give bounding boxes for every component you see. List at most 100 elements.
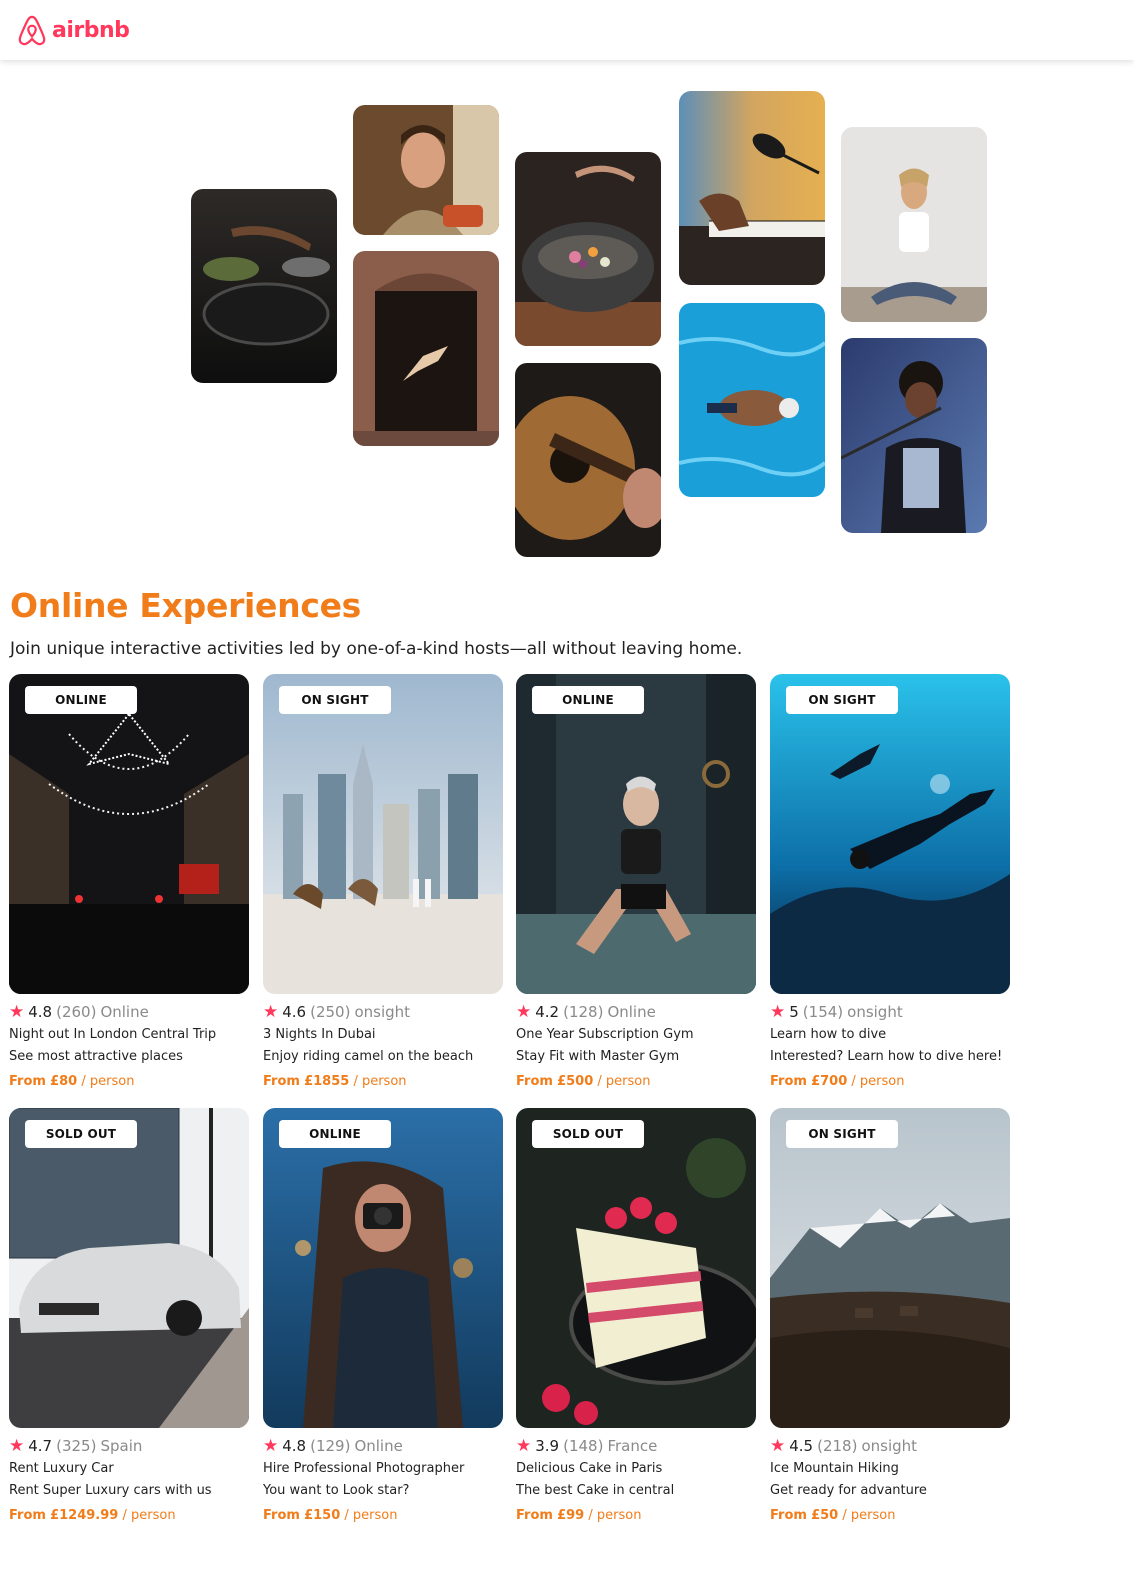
location: onsight: [354, 1003, 411, 1021]
price-unit: / person: [122, 1508, 176, 1523]
price-prefix: From: [516, 1508, 553, 1523]
review-count: (325): [56, 1437, 97, 1455]
airbnb-logo[interactable]: airbnb: [17, 14, 130, 46]
hero-image-singer: [841, 338, 987, 533]
card-title: Delicious Cake in Paris: [516, 1461, 663, 1476]
rating: 5: [789, 1003, 799, 1021]
navbar: airbnb: [0, 0, 1134, 60]
card-title: Hire Professional Photographer: [263, 1461, 465, 1476]
logo-text: airbnb: [52, 17, 130, 43]
review-count: (128): [563, 1003, 604, 1021]
star-icon: ★: [770, 1002, 786, 1022]
price-value: £99: [557, 1508, 585, 1523]
price-unit: / person: [81, 1074, 135, 1089]
review-count: (154): [802, 1003, 844, 1021]
price-prefix: From: [516, 1074, 553, 1089]
review-count: (218): [817, 1437, 858, 1455]
card-image-london-lights[interactable]: ONLINE: [9, 674, 249, 994]
card-title: Night out In London Central Trip: [9, 1027, 217, 1042]
star-icon: ★: [770, 1436, 786, 1456]
card-price: From £99 / person: [516, 1508, 756, 1523]
card-image-luxury-car[interactable]: SOLD OUT: [9, 1108, 249, 1428]
price-value: £80: [50, 1074, 78, 1089]
hero-image-host-portrait: [353, 105, 499, 235]
star-icon: ★: [516, 1002, 532, 1022]
rating: 3.9: [535, 1437, 560, 1455]
card-price: From £700 / person: [770, 1074, 1010, 1089]
status-badge: SOLD OUT: [25, 1120, 137, 1148]
status-badge: ONLINE: [25, 686, 137, 714]
experience-card[interactable]: ONLINE ★ 4.2 (128) Online One Year Subsc…: [516, 674, 756, 1089]
star-icon: ★: [263, 1002, 279, 1022]
experience-card[interactable]: ON SIGHT ★ 4.6 (250) onsight 3 Nights In…: [263, 674, 503, 1089]
section-title: Online Experiences: [10, 586, 362, 625]
rating: 4.5: [789, 1437, 814, 1455]
experience-card[interactable]: ON SIGHT ★ 5 (154) onsight Learn how to …: [770, 674, 1010, 1089]
card-stats: ★ 4.8 (129) Online: [263, 1437, 503, 1455]
experience-card[interactable]: SOLD OUT ★ 4.7 (325) Spain Rent Luxury C…: [9, 1108, 249, 1523]
price-prefix: From: [9, 1074, 46, 1089]
card-description: Interested? Learn how to dive here!: [770, 1049, 1003, 1064]
price-prefix: From: [9, 1508, 46, 1523]
rating: 4.8: [28, 1003, 53, 1021]
price-value: £1855: [304, 1074, 350, 1089]
rating: 4.7: [28, 1437, 53, 1455]
price-value: £500: [557, 1074, 594, 1089]
card-image-photographer[interactable]: ONLINE: [263, 1108, 503, 1428]
price-unit: / person: [597, 1074, 651, 1089]
price-prefix: From: [263, 1074, 300, 1089]
price-unit: / person: [851, 1074, 905, 1089]
card-description: See most attractive places: [9, 1049, 183, 1064]
price-unit: / person: [353, 1074, 407, 1089]
airbnb-belo-icon: [17, 14, 47, 46]
card-image-cake[interactable]: SOLD OUT: [516, 1108, 756, 1428]
price-unit: / person: [588, 1508, 642, 1523]
price-unit: / person: [842, 1508, 896, 1523]
star-icon: ★: [263, 1436, 279, 1456]
card-price: From £1249.99 / person: [9, 1508, 249, 1523]
card-title: Ice Mountain Hiking: [770, 1461, 899, 1476]
rating: 4.8: [282, 1437, 307, 1455]
location: onsight: [861, 1437, 918, 1455]
location: Online: [100, 1003, 149, 1021]
location: Online: [354, 1437, 403, 1455]
location: France: [607, 1437, 658, 1455]
hero-image-guitar: [515, 363, 661, 557]
status-badge: ONLINE: [279, 1120, 391, 1148]
card-stats: ★ 4.6 (250) onsight: [263, 1003, 503, 1021]
hero-image-dancer: [353, 251, 499, 446]
experience-card[interactable]: SOLD OUT ★ 3.9 (148) France Delicious Ca…: [516, 1108, 756, 1523]
star-icon: ★: [9, 1436, 25, 1456]
review-count: (250): [310, 1003, 351, 1021]
price-value: £1249.99: [50, 1508, 119, 1523]
experience-card[interactable]: ONLINE ★ 4.8 (260) Online Night out In L…: [9, 674, 249, 1089]
price-prefix: From: [770, 1508, 807, 1523]
review-count: (260): [56, 1003, 97, 1021]
status-badge: ON SIGHT: [279, 686, 391, 714]
card-title: Learn how to dive: [770, 1027, 887, 1042]
card-price: From £50 / person: [770, 1508, 1010, 1523]
card-image-dubai-camels[interactable]: ON SIGHT: [263, 674, 503, 994]
review-count: (129): [310, 1437, 351, 1455]
experience-card[interactable]: ONLINE ★ 4.8 (129) Online Hire Professio…: [263, 1108, 503, 1523]
status-badge: SOLD OUT: [532, 1120, 644, 1148]
card-description: Rent Super Luxury cars with us: [9, 1483, 212, 1498]
card-image-mountain[interactable]: ON SIGHT: [770, 1108, 1010, 1428]
card-stats: ★ 4.8 (260) Online: [9, 1003, 249, 1021]
review-count: (148): [563, 1437, 604, 1455]
price-value: £50: [811, 1508, 839, 1523]
card-title: One Year Subscription Gym: [516, 1027, 694, 1042]
card-image-gym[interactable]: ONLINE: [516, 674, 756, 994]
experience-card[interactable]: ON SIGHT ★ 4.5 (218) onsight Ice Mountai…: [770, 1108, 1010, 1523]
star-icon: ★: [9, 1002, 25, 1022]
card-price: From £500 / person: [516, 1074, 756, 1089]
card-description: You want to Look star?: [263, 1483, 410, 1498]
card-price: From £150 / person: [263, 1508, 503, 1523]
section-subtitle: Join unique interactive activities led b…: [10, 639, 743, 659]
hero-image-cooking: [191, 189, 337, 383]
hero-image-plated-dish: [515, 152, 661, 346]
location: Online: [607, 1003, 656, 1021]
card-stats: ★ 5 (154) onsight: [770, 1003, 1010, 1021]
card-description: The best Cake in central: [516, 1483, 675, 1498]
card-image-diver[interactable]: ON SIGHT: [770, 674, 1010, 994]
